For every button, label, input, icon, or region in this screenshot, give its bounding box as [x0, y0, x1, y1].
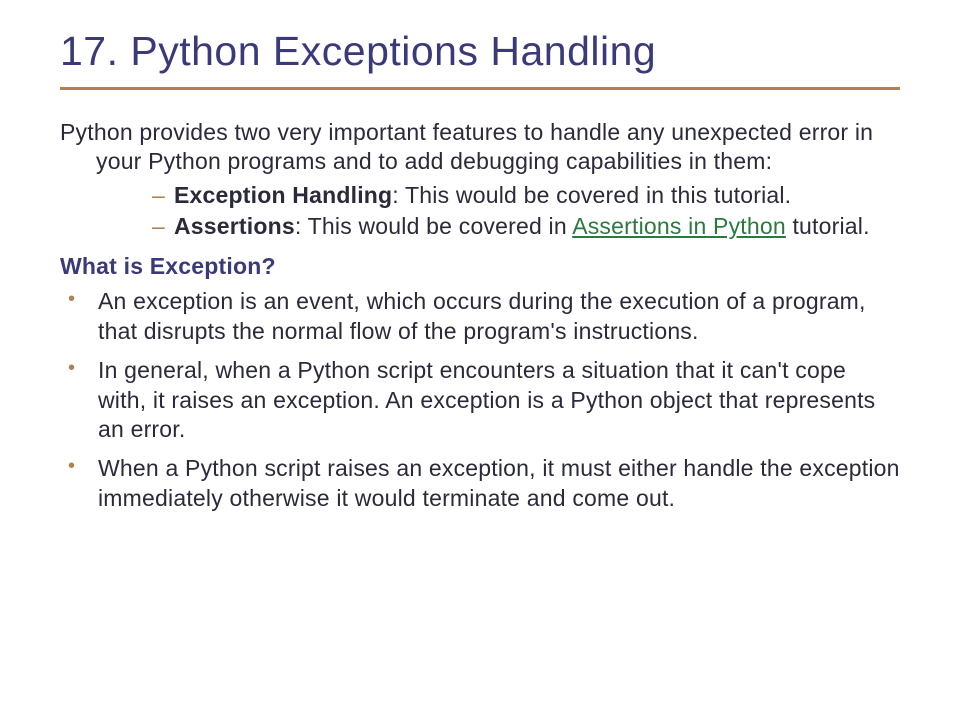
features-list: Exception Handling: This would be covere… [152, 181, 900, 242]
feature-desc-pre: : This would be covered in [295, 213, 572, 239]
bullet-item: An exception is an event, which occurs d… [60, 287, 900, 346]
feature-exception-handling: Exception Handling: This would be covere… [152, 181, 900, 210]
slide-content: Python provides two very important featu… [60, 118, 900, 513]
subheading-what-is-exception: What is Exception? [60, 252, 900, 281]
feature-name: Assertions [174, 213, 295, 239]
title-rule [60, 87, 900, 90]
slide-title: 17. Python Exceptions Handling [60, 28, 900, 87]
feature-name: Exception Handling [174, 182, 392, 208]
feature-desc: : This would be covered in this tutorial… [392, 182, 791, 208]
bullet-item: When a Python script raises an exception… [60, 454, 900, 513]
bullet-item: In general, when a Python script encount… [60, 356, 900, 444]
feature-assertions: Assertions: This would be covered in Ass… [152, 212, 900, 241]
assertions-link[interactable]: Assertions in Python [572, 213, 786, 239]
slide: 17. Python Exceptions Handling Python pr… [0, 0, 960, 563]
exception-bullets: An exception is an event, which occurs d… [60, 287, 900, 513]
intro-paragraph: Python provides two very important featu… [60, 118, 900, 177]
feature-desc-post: tutorial. [786, 213, 870, 239]
